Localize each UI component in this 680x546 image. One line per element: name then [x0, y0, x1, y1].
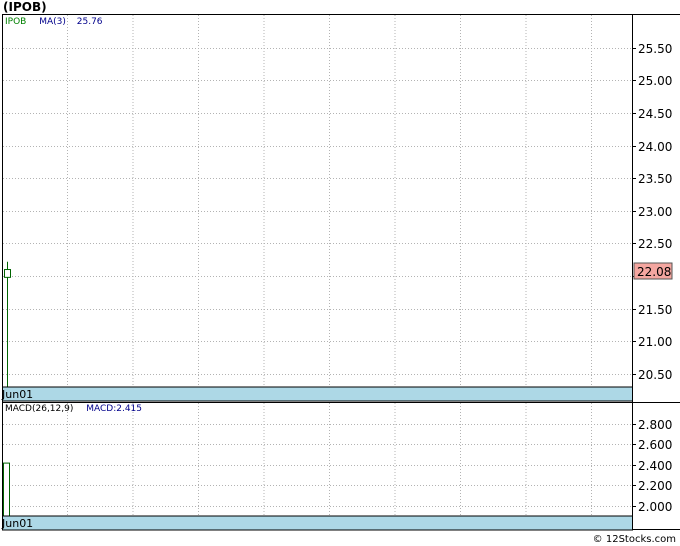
y-tick-label: 23.50 — [638, 172, 672, 186]
last-price-badge: 22.08 — [633, 262, 673, 280]
y-tick-label: 25.00 — [638, 74, 672, 88]
price-date-band — [2, 386, 633, 402]
price-panel-frame — [2, 14, 680, 403]
legend-macd-params: MACD(26,12,9) — [5, 404, 73, 414]
y-tick-label: 2.600 — [638, 438, 672, 452]
chart-title: (IPOB) — [3, 0, 47, 14]
y-tick-label: 24.00 — [638, 140, 672, 154]
legend-macd-value: MACD:2.415 — [86, 404, 142, 414]
y-tick-label: 20.50 — [638, 368, 672, 382]
macd-legend: MACD(26,12,9) MACD:2.415 — [5, 404, 142, 414]
y-tick-label: 25.50 — [638, 42, 672, 56]
y-tick-label: 21.00 — [638, 335, 672, 349]
macd-date-band — [2, 515, 633, 531]
y-tick-label: 2.200 — [638, 479, 672, 493]
y-tick-label: 24.50 — [638, 107, 672, 121]
legend-symbol: IPOB — [5, 17, 26, 27]
macd-panel-frame — [2, 402, 680, 530]
y-tick-label: 22.50 — [638, 237, 672, 251]
legend-ma-label: MA(3) — [39, 17, 66, 27]
price-legend: IPOB MA(3) 25.76 — [5, 17, 103, 27]
legend-ma-value: 25.76 — [77, 17, 103, 27]
macd-bars — [3, 462, 10, 517]
y-tick-label: 2.400 — [638, 459, 672, 473]
y-tick-label: 21.50 — [638, 303, 672, 317]
y-tick-label: 23.00 — [638, 205, 672, 219]
macd-bar — [3, 462, 10, 517]
price-date-label: Jun01 — [1, 388, 33, 401]
y-tick-label: 2.800 — [638, 418, 672, 432]
macd-date-label: Jun01 — [1, 517, 33, 530]
last-price-label: 22.08 — [637, 265, 671, 279]
stock-chart: (IPOB) 20.50 21.00 21.50 22.50 23.00 23.50 24.… — [1, 0, 680, 545]
copyright-footer: © 12Stocks.com — [593, 534, 676, 545]
candle-body — [4, 269, 11, 278]
y-tick-label: 2.000 — [638, 500, 672, 514]
